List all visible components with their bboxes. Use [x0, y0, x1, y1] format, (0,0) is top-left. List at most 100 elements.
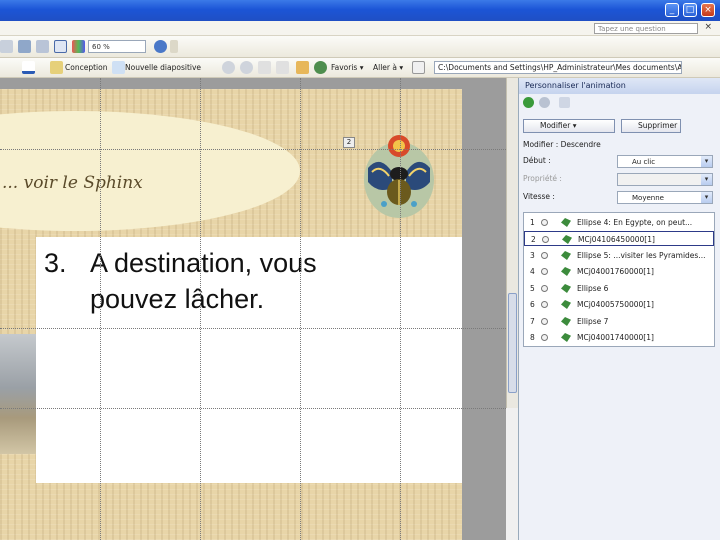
back-arrow-icon[interactable] [523, 97, 534, 108]
grid-icon[interactable] [54, 40, 67, 53]
effect-icon [561, 251, 571, 260]
stop-icon[interactable] [258, 61, 271, 74]
minimize-button[interactable]: _ [665, 3, 679, 17]
animation-list-item[interactable]: 7 Ellipse 7 [524, 314, 714, 329]
chart-icon[interactable] [36, 40, 49, 53]
bullet-line-2: pouvez lâcher. [90, 284, 265, 314]
new-slide-icon[interactable] [112, 61, 125, 74]
landscape-photo-image[interactable] [0, 334, 36, 454]
back-icon[interactable] [222, 61, 235, 74]
close-document-button[interactable]: × [704, 22, 712, 32]
home-pane-icon[interactable] [559, 97, 570, 108]
delete-effect-button[interactable]: Supprimer [621, 119, 681, 133]
chevron-down-icon[interactable]: ▾ [701, 156, 712, 167]
animation-order-badge: 2 [343, 137, 355, 148]
effect-icon [562, 235, 572, 244]
close-button[interactable]: × [701, 3, 715, 17]
speed-label: Vitesse : [523, 192, 555, 201]
favorites-menu[interactable]: Favoris ▾ [331, 63, 363, 72]
font-color-icon[interactable] [22, 61, 35, 74]
grid-guide [200, 78, 201, 540]
custom-animation-pane: Personnaliser l'animation Modifier ▾ Sup… [518, 78, 720, 540]
animation-list-item[interactable]: 6 MCj04005750000[1] [524, 297, 714, 312]
grid-guide [0, 149, 506, 150]
chevron-down-icon: ▾ [701, 174, 712, 185]
toolbar-options-icon[interactable] [170, 40, 178, 53]
speed-value: Moyenne [632, 194, 664, 202]
design-icon[interactable] [50, 61, 63, 74]
item-label: MCj04001740000[1] [577, 333, 654, 342]
start-combo[interactable]: Au clic ▾ [617, 155, 713, 168]
grid-guide [100, 78, 101, 540]
home-icon[interactable] [296, 61, 309, 74]
table-icon[interactable] [18, 40, 31, 53]
slide-editing-area: ... voir le Sphinx 2 3. A destination, vo… [0, 78, 506, 540]
animation-list-item[interactable]: 5 Ellipse 6 [524, 281, 714, 296]
item-label: MCj04106450000[1] [578, 235, 655, 244]
mouse-click-icon [542, 236, 549, 243]
mouse-click-icon [541, 318, 548, 325]
help-icon[interactable] [154, 40, 167, 53]
slide-canvas[interactable]: ... voir le Sphinx 2 3. A destination, vo… [0, 89, 462, 540]
title-ellipse-shape[interactable] [0, 111, 300, 231]
ask-question-input[interactable]: Tapez une question [594, 23, 698, 34]
web-toolbar-icon[interactable] [412, 61, 425, 74]
item-number: 6 [530, 300, 535, 309]
animation-list-item[interactable]: 4 MCj04001760000[1] [524, 264, 714, 279]
bullet-line-1: A destination, vous [90, 248, 317, 278]
research-icon[interactable] [0, 40, 13, 53]
modify-effect-button[interactable]: Modifier ▾ [523, 119, 615, 133]
mouse-click-icon [541, 219, 548, 226]
start-value: Au clic [632, 158, 656, 166]
item-number: 8 [530, 333, 535, 342]
item-label: Ellipse 4: En Egypte, on peut... [577, 218, 693, 227]
vertical-scrollbar[interactable] [506, 78, 518, 408]
grid-guide [300, 78, 301, 540]
window-titlebar: _ □ × [0, 0, 720, 21]
pane-title: Personnaliser l'animation [519, 78, 720, 94]
bullet-item: 3. A destination, vous pouvez lâcher. [44, 245, 317, 317]
animation-list-item[interactable]: 8 MCj04001740000[1] [524, 330, 714, 345]
maximize-button[interactable]: □ [683, 3, 697, 17]
mouse-click-icon [541, 334, 548, 341]
grid-guide [0, 408, 506, 409]
scarab-clipart-image[interactable] [362, 132, 436, 220]
goto-menu[interactable]: Aller à ▾ [373, 63, 403, 72]
effect-icon [561, 267, 571, 276]
mouse-click-icon [541, 285, 548, 292]
item-number: 2 [531, 235, 536, 244]
section-heading: Modifier : Descendre [523, 140, 601, 149]
item-label: Ellipse 7 [577, 317, 609, 326]
effect-icon [561, 284, 571, 293]
item-label: Ellipse 5: ...visiter les Pyramides... [577, 251, 706, 260]
formatting-toolbar: Conception Nouvelle diapositive Favoris … [0, 58, 720, 78]
mouse-click-icon [541, 268, 548, 275]
chevron-down-icon[interactable]: ▾ [701, 192, 712, 203]
speed-combo[interactable]: Moyenne ▾ [617, 191, 713, 204]
address-field[interactable]: C:\Documents and Settings\HP_Administrat… [434, 61, 682, 74]
effect-icon [561, 300, 571, 309]
slide-ellipse-text: ... voir le Sphinx [2, 173, 143, 193]
item-number: 7 [530, 317, 535, 326]
new-slide-button[interactable]: Nouvelle diapositive [125, 63, 201, 72]
mouse-click-icon [541, 301, 548, 308]
item-label: MCj04005750000[1] [577, 300, 654, 309]
animation-list-item-selected[interactable]: 2 MCj04106450000[1] [524, 231, 714, 246]
grid-guide [0, 328, 506, 329]
design-button[interactable]: Conception [65, 63, 107, 72]
search-icon[interactable] [314, 61, 327, 74]
animation-list-item[interactable]: 1 Ellipse 4: En Egypte, on peut... [524, 215, 714, 230]
item-number: 5 [530, 284, 535, 293]
delete-effect-label: Supprimer [638, 121, 678, 130]
refresh-icon[interactable] [276, 61, 289, 74]
color-grayscale-icon[interactable] [72, 40, 85, 53]
animation-list: 1 Ellipse 4: En Egypte, on peut... 2 MCj04… [523, 212, 715, 347]
effect-icon [561, 317, 571, 326]
animation-list-item[interactable]: 3 Ellipse 5: ...visiter les Pyramides... [524, 248, 714, 263]
item-number: 4 [530, 267, 535, 276]
forward-arrow-icon[interactable] [539, 97, 550, 108]
property-combo: ▾ [617, 173, 713, 186]
forward-icon[interactable] [240, 61, 253, 74]
zoom-combo[interactable]: 60 % [88, 40, 146, 53]
scrollbar-thumb[interactable] [508, 293, 517, 393]
